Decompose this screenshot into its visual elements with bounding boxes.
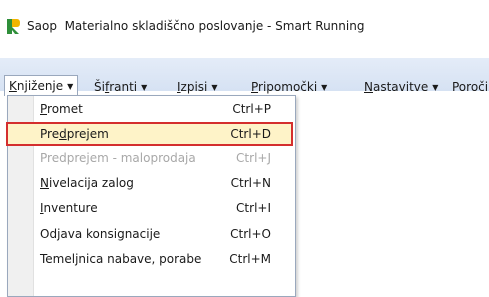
menu-item-predprejem[interactable]: Predprejem Ctrl+D: [6, 122, 293, 146]
title-bar: Saop Materialno skladiščno poslovanje - …: [0, 0, 489, 58]
menu-label-post: zpisi: [180, 80, 208, 94]
knjizenje-dropdown-menu: Promet Ctrl+P Predprejem Ctrl+D Predprej…: [6, 95, 296, 297]
menu-nastavitve[interactable]: Nastavitve ▼: [364, 78, 438, 96]
title-app-name: Saop: [27, 19, 57, 33]
menu-item-shortcut: Ctrl+D: [230, 127, 271, 141]
menu-item-label: Nivelacija zalog: [40, 176, 134, 190]
label-mnemonic: N: [40, 176, 49, 190]
menu-item-shortcut: Ctrl+N: [230, 176, 271, 190]
label-post: ivelacija zalog: [48, 176, 134, 190]
chevron-down-icon: ▼: [67, 82, 74, 91]
menu-item-nivelacija-zalog[interactable]: Nivelacija zalog Ctrl+N: [8, 172, 295, 196]
label-post: Odjava konsignacije: [40, 227, 161, 241]
menu-label-post: njiženje: [16, 79, 64, 93]
app-logo-icon: [6, 18, 21, 35]
menu-item-shortcut: Ctrl+M: [229, 252, 271, 266]
chevron-down-icon: ▼: [432, 83, 439, 92]
menu-porocila[interactable]: Poroči: [452, 78, 488, 96]
menu-label-post: astavitve: [372, 80, 429, 94]
menu-item-label: Inventure: [40, 201, 98, 215]
menu-item-odjava-konsignacije[interactable]: Odjava konsignacije Ctrl+O: [8, 223, 295, 247]
menu-label-mnemonic: N: [364, 80, 373, 94]
menu-item-label: Promet: [40, 102, 83, 116]
menu-item-label: Temeljnica nabave, porabe: [40, 252, 201, 266]
menu-label-mnemonic: P: [251, 80, 259, 94]
menu-knjizenje[interactable]: Knjiženje ▼: [4, 75, 79, 96]
menu-item-label: Odjava konsignacije: [40, 227, 160, 241]
menu-sifranti[interactable]: Šifranti ▼: [94, 78, 147, 96]
label-post: nventure: [43, 201, 98, 215]
label-pre: Pre: [40, 127, 60, 141]
menu-item-shortcut: Ctrl+O: [230, 227, 271, 241]
label-post: prejem: [66, 127, 109, 141]
menu-izpisi[interactable]: Izpisi ▼: [177, 78, 218, 96]
label-mnemonic: P: [40, 102, 48, 116]
menu-item-shortcut: Ctrl+I: [236, 201, 271, 215]
chevron-down-icon: ▼: [321, 83, 328, 92]
window-title: Saop Materialno skladiščno poslovanje - …: [27, 19, 364, 33]
menu-item-label: Predprejem - maloprodaja: [40, 151, 196, 165]
label-post: Predprejem - maloprodaja: [40, 151, 196, 165]
chevron-down-icon: ▼: [141, 83, 148, 92]
menu-item-predprejem-maloprodaja: Predprejem - maloprodaja Ctrl+J: [8, 147, 295, 171]
menu-pripomocki[interactable]: Pripomočki ▼: [251, 78, 327, 96]
menu-label-pre: Ši: [94, 80, 105, 94]
menu-item-temeljnica-nabave[interactable]: Temeljnica nabave, porabe Ctrl+M: [8, 248, 295, 272]
menu-item-shortcut: Ctrl+J: [236, 151, 271, 165]
menu-label-post: ranti: [109, 80, 138, 94]
menu-item-shortcut: Ctrl+P: [232, 102, 271, 116]
menu-item-label: Predprejem: [40, 127, 109, 141]
menu-label-post: ripomočki: [258, 80, 318, 94]
menu-label-post: Poroči: [452, 80, 489, 94]
chevron-down-icon: ▼: [211, 83, 218, 92]
label-post: Temeljnica nabave, porabe: [40, 252, 202, 266]
label-mnemonic: d: [59, 127, 67, 141]
menu-label-mnemonic: K: [9, 79, 17, 93]
menu-item-inventure[interactable]: Inventure Ctrl+I: [8, 197, 295, 221]
menu-item-promet[interactable]: Promet Ctrl+P: [8, 98, 295, 122]
label-post: romet: [47, 102, 83, 116]
title-subtitle: Materialno skladiščno poslovanje - Smart…: [64, 19, 365, 33]
